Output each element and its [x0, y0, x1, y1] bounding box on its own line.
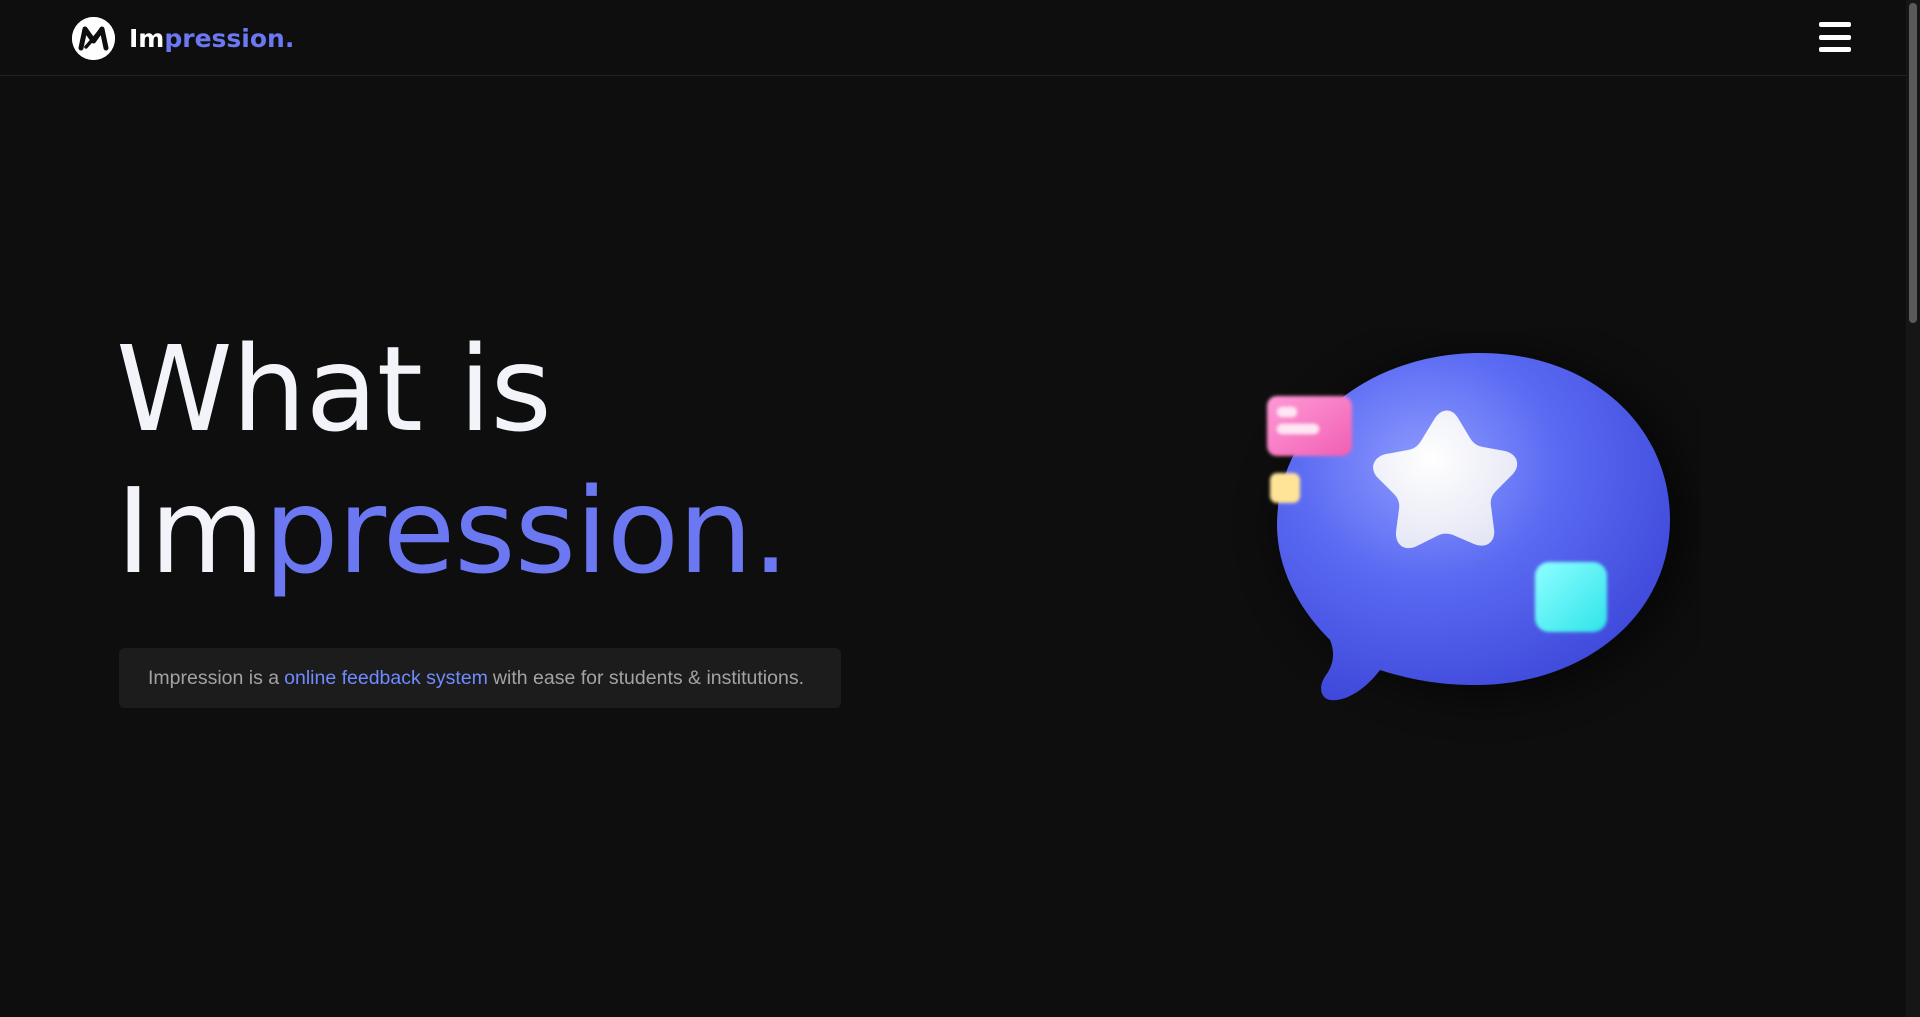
hero-title-prefix: Im — [116, 462, 265, 600]
hero-tagline: Impression is a online feedback system w… — [119, 648, 841, 708]
hero-title-line2: Impression. — [116, 460, 790, 602]
hamburger-menu-icon[interactable] — [1819, 22, 1851, 52]
impression-logo-icon — [72, 16, 115, 60]
landing-page: Impression. What is Impression. Impressi… — [0, 0, 1920, 1017]
hero-title-accent: pression. — [263, 462, 790, 600]
chat-bubble-star-icon — [1230, 330, 1700, 750]
hero-title-line1: What is — [116, 320, 552, 458]
top-navbar: Impression. — [0, 0, 1906, 76]
menu-bar-top — [1819, 22, 1851, 27]
tagline-link[interactable]: online feedback system — [284, 667, 488, 690]
menu-bar-bottom — [1819, 47, 1851, 52]
tagline-prefix: Impression is a — [148, 666, 280, 689]
menu-bar-middle — [1819, 34, 1851, 40]
hero-title: What is Impression. — [116, 318, 790, 602]
brand-name-prefix: Im — [129, 23, 165, 53]
page-scrollbar[interactable] — [1906, 0, 1920, 1017]
tagline-suffix: with ease for students & institutions. — [492, 666, 804, 689]
brand-name: Impression. — [129, 24, 294, 53]
brand-name-suffix: pression. — [164, 23, 295, 53]
brand-logo-link[interactable]: Impression. — [72, 16, 294, 60]
scrollbar-thumb[interactable] — [1909, 3, 1917, 323]
